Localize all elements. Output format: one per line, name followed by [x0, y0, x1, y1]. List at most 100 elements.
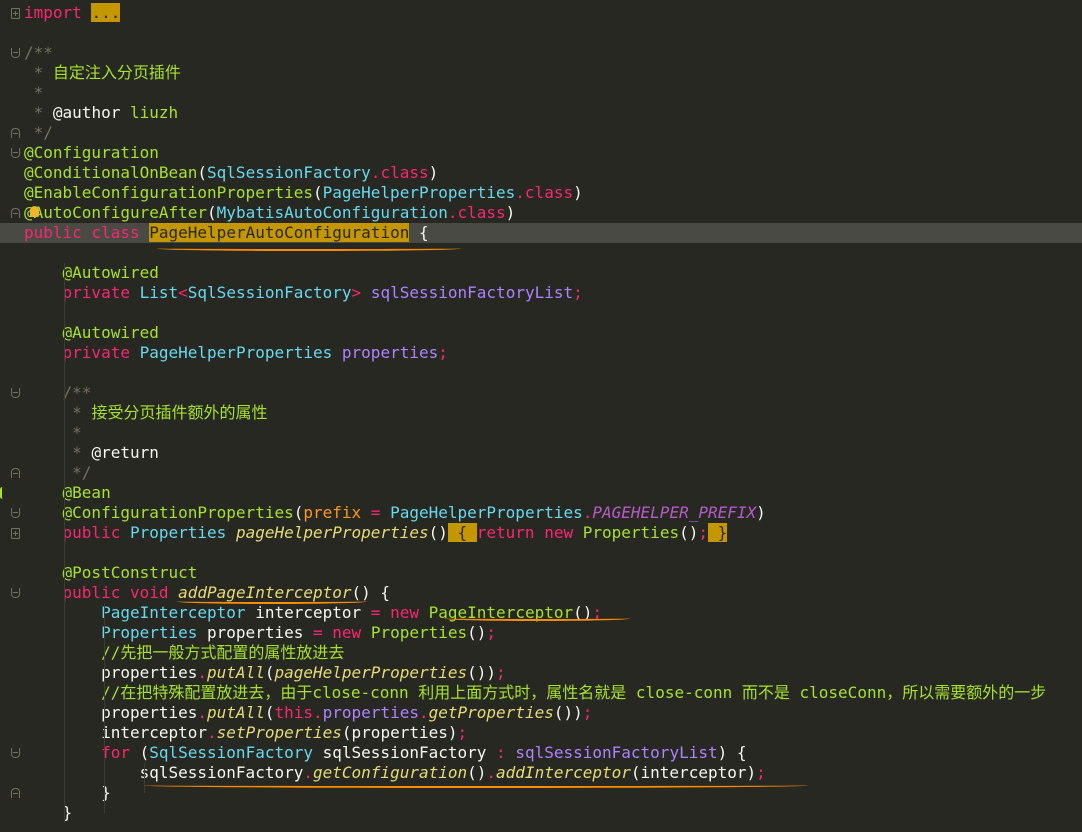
- code-line[interactable]: * 接受分页插件额外的属性: [0, 403, 1082, 423]
- code-line[interactable]: @Autowired: [0, 263, 1082, 283]
- code-line[interactable]: @Bean: [0, 483, 1082, 503]
- code-text: */: [24, 123, 53, 143]
- gutter: [0, 723, 24, 743]
- gutter: [0, 43, 24, 63]
- code-text: private List<SqlSessionFactory> sqlSessi…: [24, 283, 583, 303]
- fold-collapse-icon[interactable]: [11, 468, 20, 478]
- code-line[interactable]: @Autowired: [0, 323, 1082, 343]
- code-token: for: [101, 743, 130, 762]
- code-token: SqlSessionFactory: [207, 163, 371, 182]
- code-token: Properties: [129, 523, 227, 542]
- fold-collapse-icon[interactable]: [11, 48, 20, 58]
- code-line[interactable]: */: [0, 463, 1082, 483]
- code-line[interactable]: @ConditionalOnBean(SqlSessionFactory.cla…: [0, 163, 1082, 183]
- fold-collapse-icon[interactable]: [11, 128, 20, 138]
- code-line[interactable]: public Properties pageHelperProperties()…: [0, 523, 1082, 543]
- code-line[interactable]: @PostConstruct: [0, 563, 1082, 583]
- gutter: [0, 363, 24, 383]
- code-line[interactable]: sqlSessionFactory.getConfiguration().add…: [0, 763, 1082, 783]
- code-line[interactable]: properties.putAll(this.properties.getPro…: [0, 703, 1082, 723]
- code-line[interactable]: */: [0, 123, 1082, 143]
- code-token: (: [129, 743, 150, 762]
- fold-collapse-icon[interactable]: [11, 148, 20, 158]
- gutter: [0, 203, 24, 223]
- code-line[interactable]: }: [0, 803, 1082, 823]
- code-line[interactable]: Properties properties = new Properties()…: [0, 623, 1082, 643]
- code-line[interactable]: * 自定注入分页插件: [0, 63, 1082, 83]
- code-token: ): [573, 183, 583, 202]
- code-token: @return: [91, 443, 159, 462]
- code-line[interactable]: *: [0, 83, 1082, 103]
- code-text: */: [24, 463, 91, 483]
- code-token: pageHelperProperties: [274, 663, 468, 682]
- code-line[interactable]: * @author liuzh: [0, 103, 1082, 123]
- code-token: Properties: [582, 523, 680, 542]
- fold-collapse-icon[interactable]: [11, 208, 20, 218]
- fold-collapse-icon[interactable]: [11, 748, 20, 758]
- code-text: @Configuration: [24, 143, 159, 163]
- code-token: .: [207, 723, 217, 742]
- code-token: @AutoConfigureAfter: [24, 203, 208, 222]
- code-line[interactable]: [0, 543, 1082, 563]
- fold-collapse-icon[interactable]: [11, 788, 20, 798]
- bean-gutter-icon[interactable]: [0, 487, 5, 499]
- code-token: new: [544, 523, 574, 542]
- code-token: .: [486, 763, 497, 782]
- code-editor[interactable]: import ... /** * 自定注入分页插件 * * @author liu…: [0, 0, 1082, 832]
- code-token: properties: [197, 623, 313, 642]
- code-line[interactable]: [0, 243, 1082, 263]
- code-line[interactable]: /**: [0, 43, 1082, 63]
- lightbulb-icon[interactable]: [30, 206, 39, 217]
- code-line[interactable]: * @return: [0, 443, 1082, 463]
- code-token: class: [457, 203, 506, 222]
- code-line[interactable]: /**: [0, 383, 1082, 403]
- code-token: }: [24, 783, 111, 802]
- code-line[interactable]: public class PageHelperAutoConfiguration…: [0, 223, 1082, 243]
- fold-collapse-icon[interactable]: [11, 588, 20, 598]
- code-line[interactable]: properties.putAll(pageHelperProperties()…: [0, 663, 1082, 683]
- code-token: @Configuration: [24, 143, 159, 162]
- code-token: properties: [24, 703, 198, 722]
- code-token: public: [62, 523, 121, 542]
- gutter: [0, 63, 24, 83]
- fold-expand-icon[interactable]: [11, 8, 20, 19]
- code-token: prefix: [303, 503, 362, 522]
- code-line[interactable]: @Configuration: [0, 143, 1082, 163]
- code-token: *: [62, 423, 82, 442]
- code-text: sqlSessionFactory.getConfiguration().add…: [24, 763, 766, 783]
- code-line[interactable]: @ConfigurationProperties(prefix = PageHe…: [0, 503, 1082, 523]
- gutter: [0, 683, 24, 703]
- code-line[interactable]: *: [0, 423, 1082, 443]
- code-line[interactable]: //先把一般方式配置的属性放进去: [0, 643, 1082, 663]
- fold-collapse-icon[interactable]: [11, 388, 20, 398]
- fold-collapse-icon[interactable]: [11, 508, 20, 518]
- code-line[interactable]: for (SqlSessionFactory sqlSessionFactory…: [0, 743, 1082, 763]
- code-line[interactable]: public void addPageInterceptor() {: [0, 583, 1082, 603]
- code-token: */: [62, 463, 92, 482]
- fold-expand-icon[interactable]: [11, 528, 20, 539]
- code-line[interactable]: import ...: [0, 3, 1082, 23]
- code-line[interactable]: [0, 363, 1082, 383]
- code-line[interactable]: @AutoConfigureAfter(MybatisAutoConfigura…: [0, 203, 1082, 223]
- code-line[interactable]: private List<SqlSessionFactory> sqlSessi…: [0, 283, 1082, 303]
- code-text: @AutoConfigureAfter(MybatisAutoConfigura…: [24, 203, 515, 223]
- gutter: [0, 123, 24, 143]
- code-line[interactable]: [0, 23, 1082, 43]
- code-line[interactable]: //在把特殊配置放进去，由于close-conn 利用上面方式时，属性名就是 c…: [0, 683, 1082, 703]
- code-line[interactable]: private PageHelperProperties properties;: [0, 343, 1082, 363]
- gutter: [0, 503, 24, 523]
- code-line[interactable]: @EnableConfigurationProperties(PageHelpe…: [0, 183, 1082, 203]
- code-token: <: [178, 283, 188, 302]
- code-line[interactable]: interceptor.setProperties(properties);: [0, 723, 1082, 743]
- code-token: *: [24, 63, 53, 82]
- code-line[interactable]: [0, 303, 1082, 323]
- gutter: [0, 643, 24, 663]
